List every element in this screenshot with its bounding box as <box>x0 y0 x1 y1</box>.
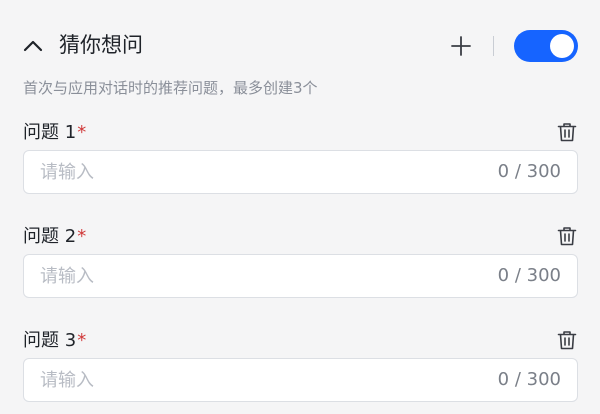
question-input[interactable] <box>40 151 460 193</box>
required-mark: * <box>77 330 87 351</box>
required-mark: * <box>77 122 87 143</box>
trash-icon[interactable] <box>556 329 578 351</box>
question-label-text: 问题 3 <box>23 330 77 351</box>
required-mark: * <box>77 226 87 247</box>
question-input-box: 0 / 300 <box>23 150 578 194</box>
suggested-questions-panel: 猜你想问 首次与应用对话时的推荐问题，最多创建3个 问题 1* 请输入 0 / … <box>0 0 600 414</box>
trash-icon[interactable] <box>556 225 578 247</box>
enable-toggle[interactable] <box>514 30 578 62</box>
plus-icon[interactable] <box>449 34 473 58</box>
panel-title: 猜你想问 <box>59 33 143 57</box>
chevron-up-icon[interactable] <box>22 35 44 57</box>
panel-header: 猜你想问 <box>0 24 600 68</box>
question-label: 问题 3* <box>23 328 86 354</box>
question-item: 问题 3* 0 / 300 <box>0 328 600 414</box>
question-label-text: 问题 2 <box>23 226 77 247</box>
question-item: 问题 1* 0 / 300 <box>0 120 600 210</box>
toggle-knob <box>550 34 574 58</box>
char-counter: 0 / 300 <box>497 161 561 182</box>
panel-description: 首次与应用对话时的推荐问题，最多创建3个 <box>23 79 318 97</box>
question-label-text: 问题 1 <box>23 122 77 143</box>
trash-icon[interactable] <box>556 121 578 143</box>
char-counter: 0 / 300 <box>497 265 561 286</box>
question-label: 问题 1* <box>23 120 86 146</box>
question-input-box: 0 / 300 <box>23 254 578 298</box>
question-input[interactable] <box>40 359 460 401</box>
question-input[interactable] <box>40 255 460 297</box>
char-counter: 0 / 300 <box>497 369 561 390</box>
header-divider <box>493 36 494 56</box>
question-input-box: 0 / 300 <box>23 358 578 402</box>
question-item: 问题 2* 0 / 300 <box>0 224 600 314</box>
question-label: 问题 2* <box>23 224 86 250</box>
